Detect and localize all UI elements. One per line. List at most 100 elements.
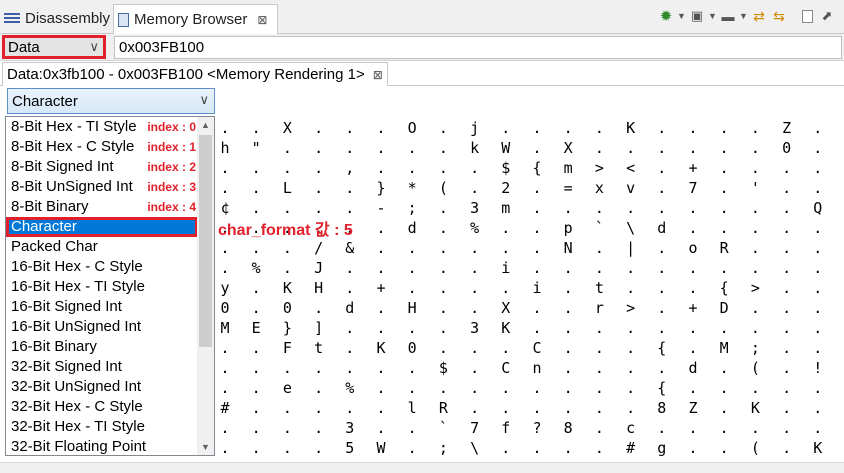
memory-cell[interactable]: . bbox=[246, 398, 266, 418]
memory-cell[interactable]: k bbox=[465, 138, 485, 158]
memory-cell[interactable]: C bbox=[527, 338, 547, 358]
memory-cell[interactable]: ; bbox=[745, 338, 765, 358]
memory-cell[interactable]: M bbox=[714, 338, 734, 358]
memory-cell[interactable]: i bbox=[496, 258, 516, 278]
memory-cell[interactable]: { bbox=[652, 378, 672, 398]
memory-cell[interactable]: % bbox=[340, 378, 360, 398]
memory-cell[interactable]: . bbox=[246, 418, 266, 438]
memory-cell[interactable]: . bbox=[465, 298, 485, 318]
memory-cell[interactable]: . bbox=[839, 138, 844, 158]
memory-cell[interactable]: . bbox=[402, 418, 422, 438]
memory-cell[interactable]: c bbox=[621, 418, 641, 438]
memory-cell[interactable]: . bbox=[402, 318, 422, 338]
dropdown-scrollbar[interactable]: ▲ ▼ bbox=[197, 117, 214, 455]
memory-cell[interactable]: { bbox=[652, 338, 672, 358]
memory-cell[interactable]: 8 bbox=[652, 398, 672, 418]
memory-cell[interactable]: . bbox=[652, 358, 672, 378]
new-window-icon[interactable]: ▣ bbox=[688, 7, 706, 25]
memory-cell[interactable]: n bbox=[527, 358, 547, 378]
memory-cell[interactable]: . bbox=[652, 278, 672, 298]
memory-cell[interactable]: H bbox=[402, 298, 422, 318]
memory-cell[interactable]: . bbox=[777, 218, 797, 238]
memory-cell[interactable]: ' bbox=[745, 178, 765, 198]
memory-cell[interactable]: # bbox=[839, 418, 844, 438]
memory-cell[interactable]: . bbox=[714, 378, 734, 398]
scrollbar-thumb[interactable] bbox=[199, 135, 212, 347]
memory-cell[interactable]: . bbox=[808, 318, 828, 338]
memory-cell[interactable]: . bbox=[745, 378, 765, 398]
memory-cell[interactable]: . bbox=[402, 278, 422, 298]
memory-cell[interactable]: ( bbox=[745, 358, 765, 378]
memory-cell[interactable]: . bbox=[496, 338, 516, 358]
memory-cell[interactable]: . bbox=[277, 258, 297, 278]
memory-cell[interactable]: + bbox=[371, 278, 391, 298]
memory-cell[interactable]: ( bbox=[433, 178, 453, 198]
memory-cell[interactable]: K bbox=[808, 438, 828, 458]
address-input[interactable]: 0x003FB100 bbox=[114, 36, 842, 59]
memory-cell[interactable]: . bbox=[683, 198, 703, 218]
memory-cell[interactable]: . bbox=[277, 418, 297, 438]
dropdown-option[interactable]: 16-Bit Signed Int bbox=[6, 297, 198, 317]
memory-cell[interactable]: | bbox=[621, 238, 641, 258]
memory-cell[interactable]: . bbox=[433, 278, 453, 298]
memory-cell[interactable]: . bbox=[808, 278, 828, 298]
memory-cell[interactable]: . bbox=[683, 258, 703, 278]
dropdown-option[interactable]: Character bbox=[6, 217, 198, 237]
memory-cell[interactable]: . bbox=[215, 378, 235, 398]
memory-cell[interactable]: . bbox=[558, 298, 578, 318]
memory-cell[interactable]: . bbox=[808, 138, 828, 158]
memory-cell[interactable]: . bbox=[277, 358, 297, 378]
memory-cell[interactable]: . bbox=[215, 118, 235, 138]
memory-cell[interactable]: H bbox=[309, 278, 329, 298]
memory-cell[interactable]: . bbox=[808, 398, 828, 418]
close-tab-icon[interactable]: ⊠ bbox=[257, 13, 267, 27]
memory-cell[interactable]: . bbox=[527, 318, 547, 338]
memory-cell[interactable]: . bbox=[589, 198, 609, 218]
memory-cell[interactable]: K bbox=[277, 278, 297, 298]
memory-cell[interactable]: j bbox=[465, 118, 485, 138]
memory-cell[interactable]: . bbox=[246, 378, 266, 398]
memory-cell[interactable]: . bbox=[839, 438, 844, 458]
memory-cell[interactable]: . bbox=[465, 358, 485, 378]
memory-cell[interactable]: . bbox=[527, 378, 547, 398]
memory-cell[interactable]: . bbox=[808, 238, 828, 258]
memory-cell[interactable]: . bbox=[558, 258, 578, 278]
memory-cell[interactable]: . bbox=[277, 398, 297, 418]
memory-cell[interactable]: . bbox=[683, 138, 703, 158]
memory-cell[interactable]: . bbox=[777, 278, 797, 298]
memory-cell[interactable]: . bbox=[277, 158, 297, 178]
memory-cell[interactable]: . bbox=[745, 138, 765, 158]
memory-cell[interactable]: . bbox=[402, 138, 422, 158]
memory-cell[interactable]: " bbox=[246, 138, 266, 158]
memory-cell[interactable]: i bbox=[527, 278, 547, 298]
memory-cell[interactable]: . bbox=[777, 158, 797, 178]
memory-cell[interactable]: o bbox=[683, 238, 703, 258]
memory-cell[interactable]: . bbox=[808, 218, 828, 238]
memory-cell[interactable]: K bbox=[371, 338, 391, 358]
memory-cell[interactable]: { bbox=[839, 318, 844, 338]
memory-cell[interactable]: Z bbox=[683, 398, 703, 418]
memory-cell[interactable]: . bbox=[527, 238, 547, 258]
memory-cell[interactable]: . bbox=[309, 438, 329, 458]
memory-cell[interactable]: . bbox=[652, 178, 672, 198]
dropdown-option[interactable]: 16-Bit Hex - C Style bbox=[6, 257, 198, 277]
memory-cell[interactable]: . bbox=[309, 118, 329, 138]
memory-cell[interactable]: . bbox=[714, 218, 734, 238]
chevron-down-icon[interactable]: ▼ bbox=[677, 7, 686, 25]
dropdown-option[interactable]: 8-Bit Hex - TI Style index : 0 bbox=[6, 117, 198, 137]
memory-cell[interactable]: . bbox=[745, 418, 765, 438]
memory-cell[interactable]: ! bbox=[808, 358, 828, 378]
tab-memory-browser[interactable]: Memory Browser ⊠ bbox=[113, 4, 278, 34]
memory-cell[interactable]: . bbox=[340, 138, 360, 158]
dropdown-option[interactable]: 8-Bit Binary index : 4 bbox=[6, 197, 198, 217]
memory-cell[interactable]: % bbox=[465, 218, 485, 238]
memory-cell[interactable]: . bbox=[683, 438, 703, 458]
memory-cell[interactable]: . bbox=[433, 298, 453, 318]
memory-cell[interactable]: $ bbox=[496, 158, 516, 178]
memory-cell[interactable]: . bbox=[652, 418, 672, 438]
memory-cell[interactable]: \ bbox=[621, 218, 641, 238]
memory-cell[interactable]: . bbox=[465, 398, 485, 418]
memory-cell[interactable]: . bbox=[371, 218, 391, 238]
dropdown-option[interactable]: 32-Bit Signed Int bbox=[6, 357, 198, 377]
memory-cell[interactable]: . bbox=[714, 258, 734, 278]
